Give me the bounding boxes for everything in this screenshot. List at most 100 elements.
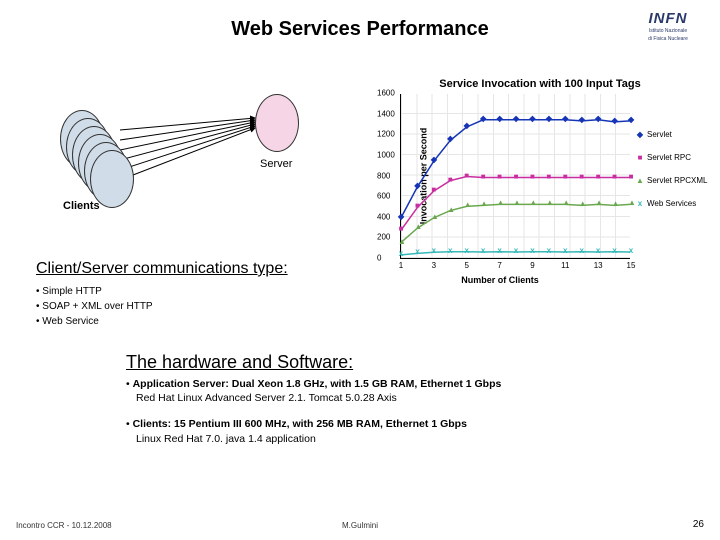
chart-point: ◆ (579, 117, 585, 123)
chart-point: ▲ (497, 200, 503, 206)
chart-point: ■ (612, 174, 618, 180)
chart-point: ◆ (431, 157, 437, 163)
footer-author: M.Gulmini (342, 521, 378, 530)
bullet-icon: • (126, 378, 133, 390)
chart-point: ▲ (595, 200, 601, 206)
chart-point: ■ (497, 174, 503, 180)
chart-point: ◆ (464, 123, 470, 129)
chart-point: ◆ (628, 117, 634, 123)
chart-ytick: 0 (377, 254, 381, 263)
chart-ytick: 1600 (377, 89, 395, 98)
chart-point: ▲ (513, 200, 519, 206)
chart-point: x (612, 248, 618, 254)
chart-point: ▲ (431, 214, 437, 220)
chart-point: x (431, 248, 437, 254)
infn-logo: INFN Istituto Nazionale di Fisica Nuclea… (628, 10, 708, 42)
chart-point: ■ (595, 174, 601, 180)
chart-point: ▲ (398, 239, 404, 245)
comm-list-item: • Simple HTTP (36, 284, 288, 299)
chart-ytick: 1200 (377, 130, 395, 139)
app-server-spec: Application Server: Dual Xeon 1.8 GHz, w… (133, 378, 502, 390)
chart-point: ■ (513, 174, 519, 180)
chart-point: ■ (529, 174, 535, 180)
performance-chart: Service Invocation with 100 Input Tags I… (370, 78, 710, 285)
chart-point: x (562, 248, 568, 254)
legend-item: ▲Servlet RPCXML (636, 176, 707, 185)
chart-plot-area: Invocation per Second 020040060080010001… (400, 94, 630, 259)
chart-xtick: 5 (464, 261, 468, 270)
logo-subtext-1: Istituto Nazionale (628, 29, 708, 35)
chart-point: ◆ (447, 136, 453, 142)
logo-text: INFN (628, 10, 708, 27)
legend-item: xWeb Services (636, 199, 707, 208)
chart-point: ◆ (480, 116, 486, 122)
chart-point: ▲ (579, 201, 585, 207)
chart-point: ■ (447, 177, 453, 183)
chart-point: ◆ (414, 183, 420, 189)
logo-subtext-2: di Fisica Nucleare (628, 37, 708, 43)
chart-point: ▲ (447, 207, 453, 213)
chart-point: ◆ (546, 116, 552, 122)
chart-ytick: 800 (377, 171, 390, 180)
server-label: Server (260, 158, 292, 170)
chart-point: ◆ (497, 116, 503, 122)
hw-heading: The hardware and Software: (126, 352, 686, 373)
chart-point: ▲ (612, 201, 618, 207)
comm-list-item: • SOAP + XML over HTTP (36, 299, 288, 314)
chart-point: x (398, 251, 404, 257)
chart-point: ■ (546, 174, 552, 180)
server-node (255, 94, 299, 152)
communication-types-section: Client/Server communications type: • Sim… (36, 260, 288, 329)
chart-point: ▲ (480, 201, 486, 207)
chart-xtick: 13 (594, 261, 603, 270)
chart-point: ■ (464, 173, 470, 179)
chart-point: ◆ (513, 116, 519, 122)
chart-xtick: 11 (561, 261, 569, 270)
chart-point: ■ (398, 226, 404, 232)
chart-xtick: 1 (399, 261, 403, 270)
app-server-detail: Red Hat Linux Advanced Server 2.1. Tomca… (126, 392, 397, 404)
chart-point: ■ (414, 203, 420, 209)
chart-point: ◆ (562, 116, 568, 122)
chart-ytick: 200 (377, 233, 390, 242)
chart-point: ▲ (628, 200, 634, 206)
chart-point: x (579, 248, 585, 254)
chart-point: ■ (579, 174, 585, 180)
chart-xtick: 9 (530, 261, 534, 270)
chart-point: ▲ (546, 200, 552, 206)
chart-point: ◆ (398, 214, 404, 220)
chart-ytick: 1000 (377, 150, 395, 159)
chart-point: ◆ (612, 118, 618, 124)
clients-label: Clients (63, 200, 100, 212)
chart-ylabel: Invocation per Second (418, 128, 428, 225)
chart-ytick: 600 (377, 192, 390, 201)
chart-point: x (480, 248, 486, 254)
chart-point: ■ (562, 174, 568, 180)
chart-point: x (628, 248, 634, 254)
chart-xlabel: Number of Clients (370, 275, 630, 285)
chart-point: ▲ (464, 202, 470, 208)
chart-point: x (414, 249, 420, 255)
chart-xtick: 7 (497, 261, 501, 270)
comm-list-item: • Web Service (36, 314, 288, 329)
chart-xtick: 15 (627, 261, 636, 270)
chart-point: x (546, 248, 552, 254)
clients-detail: Linux Red Hat 7.0. java 1.4 application (126, 433, 316, 445)
chart-point: x (447, 248, 453, 254)
footer-left: Incontro CCR - 10.12.2008 (16, 521, 112, 530)
bullet-icon: • (126, 418, 133, 430)
chart-legend: ◆Servlet■Servlet RPC▲Servlet RPCXMLxWeb … (636, 94, 707, 285)
legend-item: ■Servlet RPC (636, 153, 707, 162)
chart-point: ■ (628, 174, 634, 180)
chart-point: ▲ (562, 200, 568, 206)
chart-point: ◆ (595, 116, 601, 122)
page-title: Web Services Performance (231, 18, 489, 41)
chart-point: x (513, 248, 519, 254)
chart-xtick: 3 (432, 261, 436, 270)
chart-point: x (464, 248, 470, 254)
chart-title: Service Invocation with 100 Input Tags (370, 78, 710, 90)
clients-spec: Clients: 15 Pentium III 600 MHz, with 25… (133, 418, 467, 430)
chart-point: ◆ (529, 116, 535, 122)
page-number: 26 (693, 519, 704, 530)
chart-ytick: 400 (377, 212, 390, 221)
